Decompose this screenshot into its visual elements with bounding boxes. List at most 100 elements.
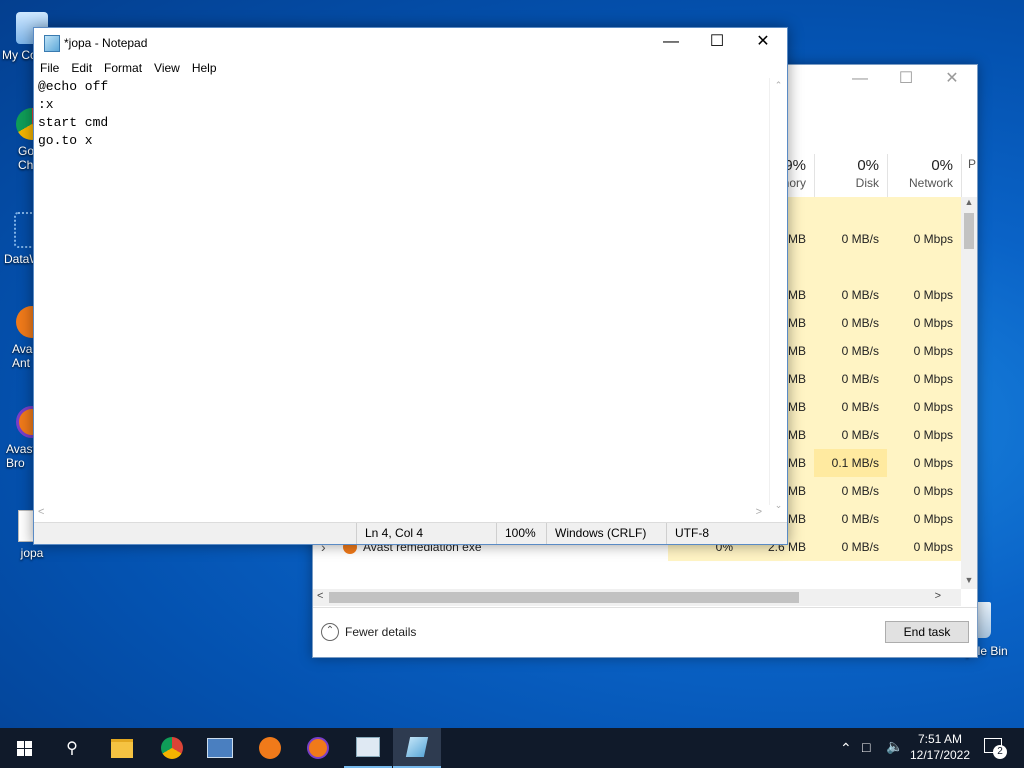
scroll-right-arrow-icon[interactable]: > bbox=[756, 506, 762, 518]
network-cell: 0 Mbps bbox=[887, 421, 961, 449]
disk-cell: 0 MB/s bbox=[814, 225, 887, 253]
scroll-up-arrow-icon[interactable]: ▲ bbox=[961, 197, 977, 211]
status-bar: Ln 4, Col 4 100% Windows (CRLF) UTF-8 bbox=[34, 522, 787, 544]
column-power[interactable]: P bbox=[961, 154, 977, 197]
disk-cell: 0 MB/s bbox=[814, 505, 887, 533]
network-cell: 0 Mbps bbox=[887, 281, 961, 309]
avast-browser-icon bbox=[307, 737, 329, 759]
network-cell: 0 Mbps bbox=[887, 365, 961, 393]
disk-cell bbox=[814, 253, 887, 281]
notepad-window[interactable]: *jopa - Notepad — ☐ ✕ File Edit Format View… bbox=[33, 27, 788, 545]
disk-cell: 0 MB/s bbox=[814, 533, 887, 561]
network-cell: 0 Mbps bbox=[887, 505, 961, 533]
menu-bar: File Edit Format View Help bbox=[34, 58, 787, 78]
network-cell: 0 Mbps bbox=[887, 393, 961, 421]
volume-icon[interactable]: 🔈 bbox=[886, 738, 903, 755]
scroll-right-arrow-icon[interactable]: > bbox=[935, 590, 941, 602]
column-disk[interactable]: 0% Disk bbox=[814, 154, 887, 197]
scroll-left-arrow-icon[interactable]: < bbox=[38, 506, 44, 518]
disk-cell bbox=[814, 197, 887, 225]
window-title: *jopa - Notepad bbox=[64, 36, 148, 50]
disk-cell: 0 MB/s bbox=[814, 337, 887, 365]
scrollbar-thumb[interactable] bbox=[964, 213, 974, 249]
cursor-position: Ln 4, Col 4 bbox=[356, 523, 496, 544]
editor-vertical-scrollbar[interactable]: ⌃ ⌄ bbox=[769, 78, 787, 529]
clock-date: 12/17/2022 bbox=[909, 748, 971, 762]
windows-logo-icon bbox=[16, 740, 32, 756]
taskbar-chrome[interactable] bbox=[148, 728, 196, 768]
column-name: Network bbox=[908, 176, 953, 190]
notepad-app-icon bbox=[44, 35, 60, 52]
menu-help[interactable]: Help bbox=[186, 58, 223, 78]
start-button[interactable] bbox=[0, 728, 48, 768]
menu-edit[interactable]: Edit bbox=[65, 58, 98, 78]
close-button[interactable]: ✕ bbox=[929, 65, 975, 95]
network-cell: 0 Mbps bbox=[887, 477, 961, 505]
disk-cell: 0 MB/s bbox=[814, 421, 887, 449]
encoding: UTF-8 bbox=[666, 523, 766, 544]
disk-cell: 0 MB/s bbox=[814, 477, 887, 505]
clock-time: 7:51 AM bbox=[917, 732, 963, 746]
network-icon[interactable]: □ bbox=[862, 739, 870, 755]
menu-format[interactable]: Format bbox=[98, 58, 148, 78]
task-manager-icon bbox=[356, 737, 380, 757]
notepad-icon bbox=[405, 737, 429, 757]
scroll-up-arrow-icon[interactable]: ⌃ bbox=[770, 80, 787, 91]
show-hidden-icons-icon[interactable]: ⌃ bbox=[840, 740, 852, 757]
disk-cell: 0 MB/s bbox=[814, 309, 887, 337]
text-editor[interactable]: @echo off :x start cmd go.to x bbox=[34, 78, 770, 529]
taskbar-network-app[interactable] bbox=[196, 728, 244, 768]
zoom-level: 100% bbox=[496, 523, 546, 544]
line-ending: Windows (CRLF) bbox=[546, 523, 666, 544]
chrome-icon bbox=[161, 737, 183, 759]
editor-horizontal-scrollbar[interactable]: < > bbox=[34, 505, 770, 522]
scroll-down-arrow-icon[interactable]: ⌄ bbox=[770, 500, 787, 511]
network-cell: 0 Mbps bbox=[887, 337, 961, 365]
notification-center-button[interactable]: 2 bbox=[984, 736, 1008, 760]
fewer-details-button[interactable]: ⌃ Fewer details bbox=[321, 622, 416, 642]
fewer-details-label: Fewer details bbox=[345, 625, 417, 639]
desktop-icon-label: jopa bbox=[20, 546, 44, 560]
disk-cell: 0.1 MB/s bbox=[814, 449, 887, 477]
notepad-titlebar[interactable]: *jopa - Notepad — ☐ ✕ bbox=[34, 28, 787, 58]
taskbar-task-manager[interactable] bbox=[344, 728, 392, 768]
scroll-left-arrow-icon[interactable]: < bbox=[317, 590, 323, 602]
avast-icon bbox=[259, 737, 281, 759]
network-cell: 0 Mbps bbox=[887, 225, 961, 253]
search-button[interactable]: ⚲ bbox=[48, 728, 96, 768]
process-list-vertical-scrollbar[interactable]: ▲ ▼ bbox=[961, 197, 977, 589]
column-pct: 0% bbox=[931, 157, 953, 174]
network-cell bbox=[887, 253, 961, 281]
taskbar-avast-browser[interactable] bbox=[294, 728, 342, 768]
taskbar-file-explorer[interactable] bbox=[98, 728, 146, 768]
close-button[interactable]: ✕ bbox=[740, 28, 786, 58]
process-list-horizontal-scrollbar[interactable]: < > bbox=[313, 589, 961, 606]
maximize-button[interactable]: ☐ bbox=[883, 65, 929, 95]
clock[interactable]: 7:51 AM 12/17/2022 bbox=[906, 731, 974, 763]
column-name: P bbox=[968, 157, 977, 171]
network-cell: 0 Mbps bbox=[887, 309, 961, 337]
taskbar-notepad[interactable] bbox=[393, 728, 441, 768]
column-name: Disk bbox=[855, 176, 879, 190]
taskbar-avast[interactable] bbox=[246, 728, 294, 768]
notification-count-badge: 2 bbox=[993, 745, 1007, 759]
scroll-down-arrow-icon[interactable]: ▼ bbox=[961, 575, 977, 589]
file-explorer-icon bbox=[111, 738, 133, 758]
column-network[interactable]: 0% Network bbox=[887, 154, 961, 197]
disk-cell: 0 MB/s bbox=[814, 281, 887, 309]
end-task-button[interactable]: End task bbox=[885, 621, 969, 643]
scrollbar-thumb[interactable] bbox=[329, 592, 799, 603]
minimize-button[interactable]: — bbox=[837, 65, 883, 95]
network-app-icon bbox=[207, 738, 233, 758]
disk-cell: 0 MB/s bbox=[814, 393, 887, 421]
minimize-button[interactable]: — bbox=[648, 28, 694, 58]
menu-file[interactable]: File bbox=[34, 58, 65, 78]
maximize-button[interactable]: ☐ bbox=[694, 28, 740, 58]
taskbar: ⚲ ⌃ □ 🔈 7:51 AM 12/17/2022 2 bbox=[0, 728, 1024, 768]
disk-cell: 0 MB/s bbox=[814, 365, 887, 393]
chevron-up-circle-icon: ⌃ bbox=[321, 623, 339, 641]
menu-view[interactable]: View bbox=[148, 58, 186, 78]
column-pct: 0% bbox=[857, 157, 879, 174]
network-cell: 0 Mbps bbox=[887, 533, 961, 561]
task-manager-footer: ⌃ Fewer details End task bbox=[313, 607, 977, 657]
